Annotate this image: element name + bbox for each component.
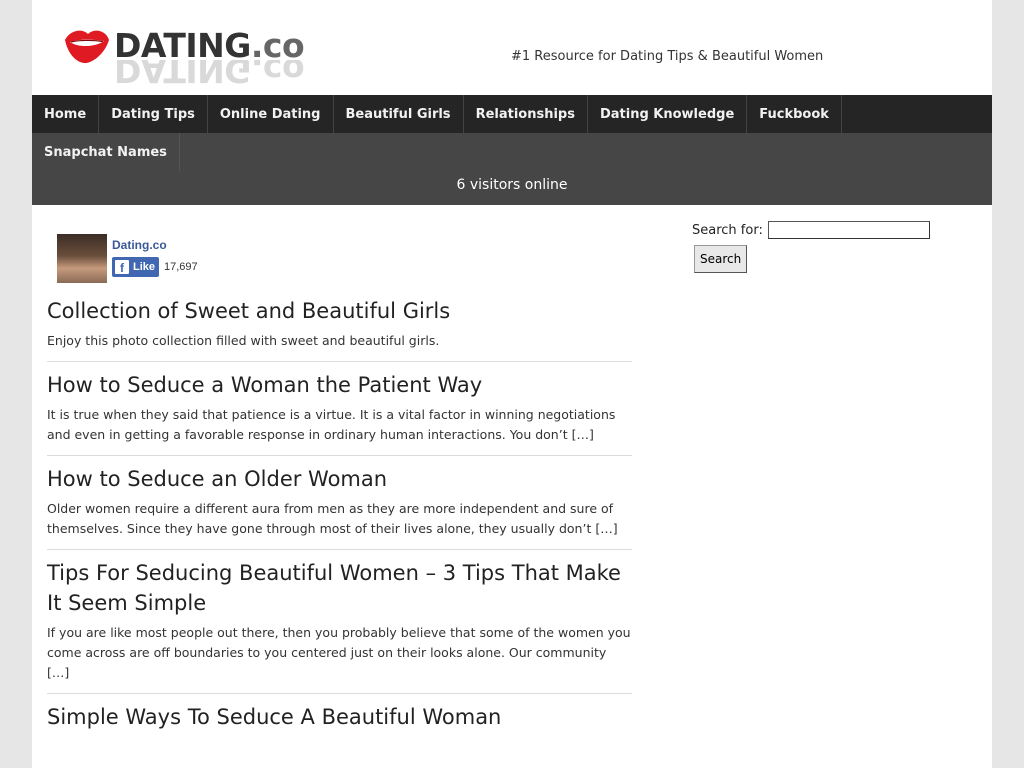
nav-item-fuckbook[interactable]: Fuckbook (747, 95, 842, 133)
post-title-link[interactable]: Collection of Sweet and Beautiful Girls (47, 296, 632, 326)
search-button[interactable]: Search (694, 245, 748, 273)
main-content: Dating.co f Like 17,697 Collection of Sw… (47, 222, 632, 747)
sidebar: Search for: Search (692, 221, 972, 273)
nav-row-secondary: Snapchat Names (32, 133, 992, 171)
logo-reflection: DATING.co (114, 60, 305, 90)
post-title-link[interactable]: Simple Ways To Seduce A Beautiful Woman (47, 702, 632, 732)
site-logo[interactable]: DATING.co DATING.co (62, 24, 305, 94)
post-item: How to Seduce a Woman the Patient Way It… (47, 362, 632, 456)
post-title-link[interactable]: Tips For Seducing Beautiful Women – 3 Ti… (47, 558, 632, 618)
post-excerpt: Older women require a different aura fro… (47, 501, 618, 536)
facebook-like-label: Like (133, 261, 156, 273)
search-row: Search for: (692, 221, 972, 239)
site-tagline: #1 Resource for Dating Tips & Beautiful … (511, 49, 824, 64)
facebook-like-widget: Dating.co f Like 17,697 (57, 222, 632, 288)
post-item: Simple Ways To Seduce A Beautiful Woman (47, 694, 632, 747)
facebook-page-avatar[interactable] (57, 234, 107, 283)
search-label: Search for: (692, 222, 763, 238)
nav-item-online-dating[interactable]: Online Dating (208, 95, 334, 133)
nav-item-dating-knowledge[interactable]: Dating Knowledge (588, 95, 748, 133)
main-navigation: Home Dating Tips Online Dating Beautiful… (32, 95, 992, 205)
facebook-like-count: 17,697 (164, 261, 198, 273)
nav-row-primary: Home Dating Tips Online Dating Beautiful… (32, 95, 992, 133)
post-excerpt: Enjoy this photo collection filled with … (47, 333, 440, 348)
facebook-icon: f (115, 260, 129, 274)
nav-item-snapchat-names[interactable]: Snapchat Names (32, 133, 180, 171)
search-form: Search for: Search (692, 221, 972, 273)
post-excerpt: If you are like most people out there, t… (47, 625, 631, 680)
visitors-online: 6 visitors online (32, 171, 992, 205)
post-item: Collection of Sweet and Beautiful Girls … (47, 288, 632, 362)
facebook-page-name[interactable]: Dating.co (112, 238, 167, 252)
post-title-link[interactable]: How to Seduce an Older Woman (47, 464, 632, 494)
post-item: Tips For Seducing Beautiful Women – 3 Ti… (47, 550, 632, 694)
lips-icon (65, 30, 109, 64)
nav-item-relationships[interactable]: Relationships (464, 95, 588, 133)
nav-item-beautiful-girls[interactable]: Beautiful Girls (334, 95, 464, 133)
post-item: How to Seduce an Older Woman Older women… (47, 456, 632, 550)
post-title-link[interactable]: How to Seduce a Woman the Patient Way (47, 370, 632, 400)
facebook-like-button[interactable]: f Like (112, 257, 159, 277)
nav-item-home[interactable]: Home (32, 95, 100, 133)
search-input[interactable] (767, 221, 930, 239)
site-header: DATING.co DATING.co #1 Resource for Dati… (32, 0, 992, 95)
nav-item-dating-tips[interactable]: Dating Tips (99, 95, 208, 133)
post-excerpt: It is true when they said that patience … (47, 407, 616, 442)
page-container: DATING.co DATING.co #1 Resource for Dati… (32, 0, 992, 768)
